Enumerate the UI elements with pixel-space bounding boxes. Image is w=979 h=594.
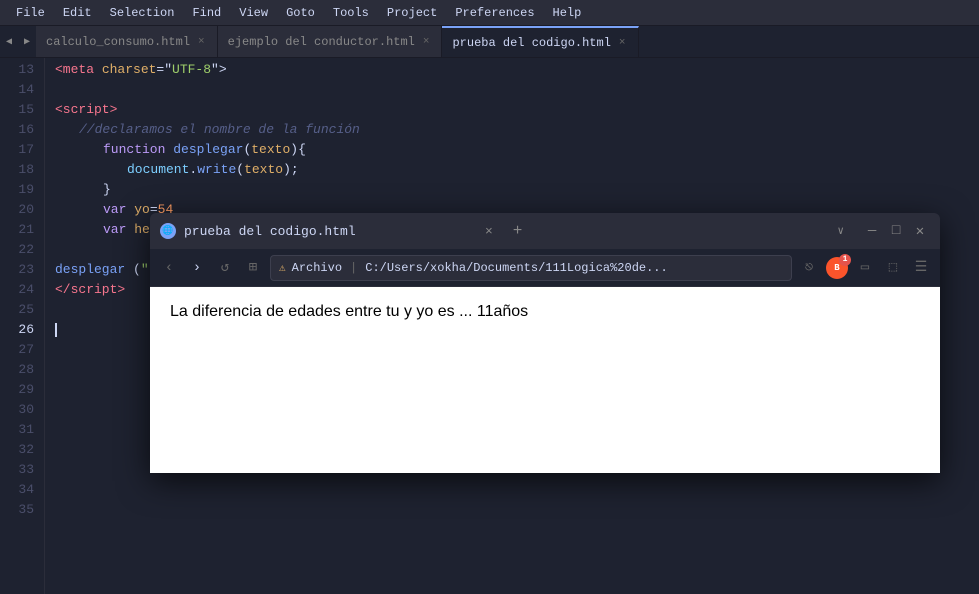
tab-nav-prev[interactable]: ◀ (0, 26, 18, 57)
code-line-13: <meta charset="UTF-8"> (55, 60, 969, 80)
browser-tab-close-btn[interactable]: × (479, 222, 499, 241)
ln-15: 15 (0, 100, 34, 120)
ln-16: 16 (0, 120, 34, 140)
browser-expand-btn[interactable]: ∨ (831, 222, 850, 240)
tab-prueba-label: prueba del codigo.html (452, 36, 610, 50)
menu-view[interactable]: View (231, 4, 276, 22)
ln-20: 20 (0, 200, 34, 220)
address-label: Archivo (292, 261, 342, 275)
code-line-35 (55, 500, 969, 520)
ln-23: 23 (0, 260, 34, 280)
ln-27: 27 (0, 340, 34, 360)
code-line-34 (55, 480, 969, 500)
tab-calculo-label: calculo_consumo.html (46, 35, 190, 49)
line-numbers: 13 14 15 16 17 18 19 20 21 22 23 24 25 2… (0, 58, 45, 594)
ln-31: 31 (0, 420, 34, 440)
address-url: C:/Users/xokha/Documents/111Logica%20de.… (365, 261, 667, 275)
browser-new-tab-btn[interactable]: + (507, 220, 529, 242)
ln-33: 33 (0, 460, 34, 480)
tab-conductor-close[interactable]: × (421, 35, 432, 49)
menu-edit[interactable]: Edit (55, 4, 100, 22)
tab-conductor-label: ejemplo del conductor.html (228, 35, 415, 49)
code-line-19: } (55, 180, 969, 200)
ln-13: 13 (0, 60, 34, 80)
brave-badge: 1 (839, 254, 851, 266)
menu-file[interactable]: File (8, 4, 53, 22)
address-bar[interactable]: ⚠ Archivo | C:/Users/xokha/Documents/111… (270, 255, 792, 281)
share-btn[interactable]: ⎋ (798, 257, 820, 279)
tab-calculo-close[interactable]: × (196, 35, 207, 49)
browser-favicon: 🌐 (160, 223, 176, 239)
editor-area: 13 14 15 16 17 18 19 20 21 22 23 24 25 2… (0, 58, 979, 594)
win-minimize-btn[interactable]: — (862, 221, 882, 241)
browser-titlebar: 🌐 prueba del codigo.html × + ∨ — □ ✕ (150, 213, 940, 249)
nav-reload-btn[interactable]: ↺ (214, 257, 236, 279)
menu-find[interactable]: Find (184, 4, 229, 22)
menu-tools[interactable]: Tools (325, 4, 377, 22)
code-line-16: //declaramos el nombre de la función (55, 120, 969, 140)
tab-conductor[interactable]: ejemplo del conductor.html × (218, 26, 443, 57)
ln-22: 22 (0, 240, 34, 260)
sidebar-btn[interactable]: ▭ (854, 257, 876, 279)
ln-17: 17 (0, 140, 34, 160)
ln-26: 26 (0, 320, 34, 340)
menu-btn[interactable]: ☰ (910, 257, 932, 279)
ln-19: 19 (0, 180, 34, 200)
brave-logo-icon: B 1 (826, 257, 848, 279)
nav-back-btn[interactable]: ‹ (158, 257, 180, 279)
menu-preferences[interactable]: Preferences (447, 4, 542, 22)
menu-bar: File Edit Selection Find View Goto Tools… (0, 0, 979, 26)
ln-34: 34 (0, 480, 34, 500)
menu-help[interactable]: Help (545, 4, 590, 22)
ln-24: 24 (0, 280, 34, 300)
browser-win-controls: — □ ✕ (862, 221, 930, 241)
browser-tab-title: prueba del codigo.html (184, 224, 471, 239)
ln-35: 35 (0, 500, 34, 520)
tab-prueba-close[interactable]: × (617, 36, 628, 50)
code-line-18: document.write(texto); (55, 160, 969, 180)
code-line-17: function desplegar(texto){ (55, 140, 969, 160)
browser-window: 🌐 prueba del codigo.html × + ∨ — □ ✕ ‹ ›… (150, 213, 940, 473)
browser-output-text: La diferencia de edades entre tu y yo es… (170, 303, 920, 321)
menu-selection[interactable]: Selection (102, 4, 183, 22)
browser-content: La diferencia de edades entre tu y yo es… (150, 287, 940, 473)
ln-32: 32 (0, 440, 34, 460)
ln-30: 30 (0, 400, 34, 420)
win-close-btn[interactable]: ✕ (910, 221, 930, 241)
tab-calculo[interactable]: calculo_consumo.html × (36, 26, 218, 57)
tab-nav-next[interactable]: ▶ (18, 26, 36, 57)
browser-navbar: ‹ › ↺ ⊞ ⚠ Archivo | C:/Users/xokha/Docum… (150, 249, 940, 287)
wallet-btn[interactable]: ⬚ (882, 257, 904, 279)
code-line-15: <script> (55, 100, 969, 120)
nav-fwd-btn[interactable]: › (186, 257, 208, 279)
ln-28: 28 (0, 360, 34, 380)
tab-prueba[interactable]: prueba del codigo.html × (442, 26, 638, 57)
ln-21: 21 (0, 220, 34, 240)
menu-goto[interactable]: Goto (278, 4, 323, 22)
menu-project[interactable]: Project (379, 4, 445, 22)
ln-14: 14 (0, 80, 34, 100)
ln-18: 18 (0, 160, 34, 180)
win-maximize-btn[interactable]: □ (886, 221, 906, 241)
code-line-14 (55, 80, 969, 100)
ln-25: 25 (0, 300, 34, 320)
nav-bookmark-btn[interactable]: ⊞ (242, 257, 264, 279)
ln-29: 29 (0, 380, 34, 400)
tab-bar: ◀ ▶ calculo_consumo.html × ejemplo del c… (0, 26, 979, 58)
address-warning-icon: ⚠ (279, 261, 286, 275)
